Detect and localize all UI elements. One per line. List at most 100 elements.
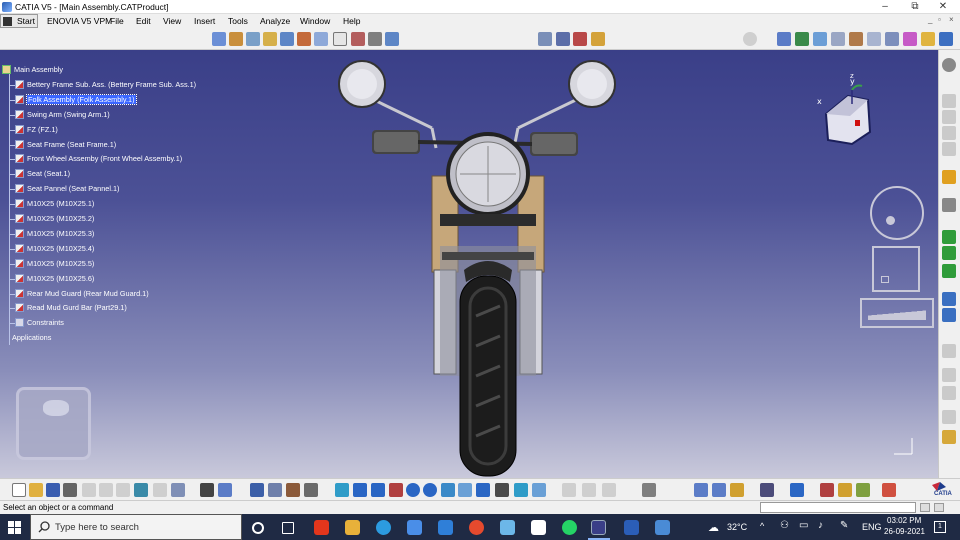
graph-tree-reorder-icon[interactable]	[314, 32, 328, 46]
generative-icon-3[interactable]	[602, 483, 616, 497]
offset-constraint-icon[interactable]	[813, 32, 827, 46]
redo-icon[interactable]	[153, 483, 167, 497]
copy-icon[interactable]	[99, 483, 113, 497]
measure-icon[interactable]	[942, 230, 956, 244]
menu-insert[interactable]: Insert	[194, 16, 215, 26]
command-clear-button[interactable]	[920, 503, 930, 512]
insert-part-icon[interactable]	[263, 32, 277, 46]
quick-constraint-icon[interactable]	[885, 32, 899, 46]
zoom-out-icon[interactable]	[423, 483, 437, 497]
sketcher-icon[interactable]	[942, 58, 956, 72]
clock-time[interactable]: 03:02 PM	[887, 516, 921, 525]
flag-note-icon[interactable]	[942, 386, 956, 400]
doc-minimize-button[interactable]: _	[928, 15, 932, 24]
grid-icon[interactable]	[882, 483, 896, 497]
front-view-icon[interactable]	[942, 110, 956, 124]
store-icon[interactable]	[407, 520, 422, 535]
sectioning-icon[interactable]	[942, 292, 956, 306]
bottle-icon[interactable]	[730, 483, 744, 497]
menu-edit[interactable]: Edit	[136, 16, 151, 26]
reuse-pattern-icon[interactable]	[939, 32, 953, 46]
multi-instantiation-icon[interactable]	[385, 32, 399, 46]
generative-icon-1[interactable]	[562, 483, 576, 497]
selective-load-icon[interactable]	[351, 32, 365, 46]
generative-icon-2[interactable]	[582, 483, 596, 497]
abc-text-icon[interactable]	[942, 368, 956, 382]
scenes-icon[interactable]	[942, 410, 956, 424]
catalog-save-icon[interactable]	[760, 483, 774, 497]
paste-icon[interactable]	[116, 483, 130, 497]
menu-help[interactable]: Help	[343, 16, 360, 26]
tray-expand-icon[interactable]: ^	[760, 521, 764, 531]
windows-start-icon[interactable]	[8, 521, 21, 534]
undo-icon[interactable]	[134, 483, 148, 497]
camera-icon[interactable]	[642, 483, 656, 497]
task-view-icon[interactable]	[282, 522, 294, 534]
catalog-browser-icon[interactable]	[250, 483, 264, 497]
bill-of-material-icon[interactable]	[942, 430, 956, 444]
swap-visible-space-icon[interactable]	[532, 483, 546, 497]
weather-cloud-icon[interactable]: ☁	[708, 521, 719, 534]
menu-analyze[interactable]: Analyze	[260, 16, 290, 26]
manage-representations-icon[interactable]	[368, 32, 382, 46]
pan-icon[interactable]	[371, 483, 385, 497]
fix-together-icon[interactable]	[867, 32, 881, 46]
hide-show-icon[interactable]	[514, 483, 528, 497]
motorcycle-model[interactable]	[330, 56, 620, 478]
knowledge-icon[interactable]	[218, 483, 232, 497]
insert-component-icon[interactable]	[229, 32, 243, 46]
whats-this-icon[interactable]	[171, 483, 185, 497]
zoom-in-icon[interactable]	[406, 483, 420, 497]
pan-view-control[interactable]	[872, 246, 920, 292]
language-indicator[interactable]: ENG	[862, 522, 882, 532]
command-input[interactable]	[760, 502, 916, 513]
notepad-icon[interactable]	[531, 520, 546, 535]
iso-view-toolbar-icon[interactable]	[476, 483, 490, 497]
formula-icon[interactable]	[200, 483, 214, 497]
annotation-icon[interactable]	[942, 344, 956, 358]
chrome-icon[interactable]	[469, 520, 484, 535]
notification-center-button[interactable]: 1	[934, 521, 946, 533]
zoom-view-control[interactable]	[860, 298, 934, 328]
product-structure-icon[interactable]	[212, 32, 226, 46]
new-file-icon[interactable]	[12, 483, 26, 497]
open-file-icon[interactable]	[29, 483, 43, 497]
restore-button[interactable]: ⧉	[902, 0, 928, 14]
distance-icon[interactable]	[942, 308, 956, 322]
snap-icon[interactable]	[556, 32, 570, 46]
print-icon[interactable]	[63, 483, 77, 497]
change-constraint-icon[interactable]	[921, 32, 935, 46]
menu-view[interactable]: View	[163, 16, 181, 26]
scan-icon[interactable]	[304, 483, 318, 497]
network-icon[interactable]: ▭	[799, 520, 808, 531]
save-icon[interactable]	[46, 483, 60, 497]
volume-icon[interactable]: ♪	[818, 520, 823, 531]
word-icon[interactable]	[624, 520, 639, 535]
insert-product-icon[interactable]	[246, 32, 260, 46]
render-icon-2[interactable]	[838, 483, 852, 497]
cortana-icon[interactable]	[252, 522, 264, 534]
office-icon[interactable]	[314, 520, 329, 535]
temperature-label[interactable]: 32°C	[727, 522, 747, 532]
file-explorer-icon[interactable]	[345, 520, 360, 535]
design-table-icon[interactable]	[268, 483, 282, 497]
people-icon[interactable]: ⚇	[780, 520, 789, 531]
mail-icon[interactable]	[438, 520, 453, 535]
stop-manipulate-icon[interactable]	[591, 32, 605, 46]
catia-taskbar-icon[interactable]	[591, 520, 606, 535]
render-icon-3[interactable]	[856, 483, 870, 497]
tree-overview-box[interactable]	[16, 387, 91, 460]
select-arrow-icon[interactable]	[942, 170, 956, 184]
top-view-icon[interactable]	[942, 94, 956, 108]
taskbar-search-box[interactable]: Type here to search	[30, 514, 242, 540]
align-icon[interactable]	[712, 483, 726, 497]
paint-icon[interactable]	[500, 520, 515, 535]
update-icon[interactable]	[743, 32, 757, 46]
coincidence-constraint-icon[interactable]	[777, 32, 791, 46]
shading-icon[interactable]	[495, 483, 509, 497]
rotate-icon[interactable]	[389, 483, 403, 497]
existing-component-icon[interactable]	[280, 32, 294, 46]
normal-view-icon[interactable]	[441, 483, 455, 497]
command-run-button[interactable]	[934, 503, 944, 512]
right-view-icon[interactable]	[942, 126, 956, 140]
